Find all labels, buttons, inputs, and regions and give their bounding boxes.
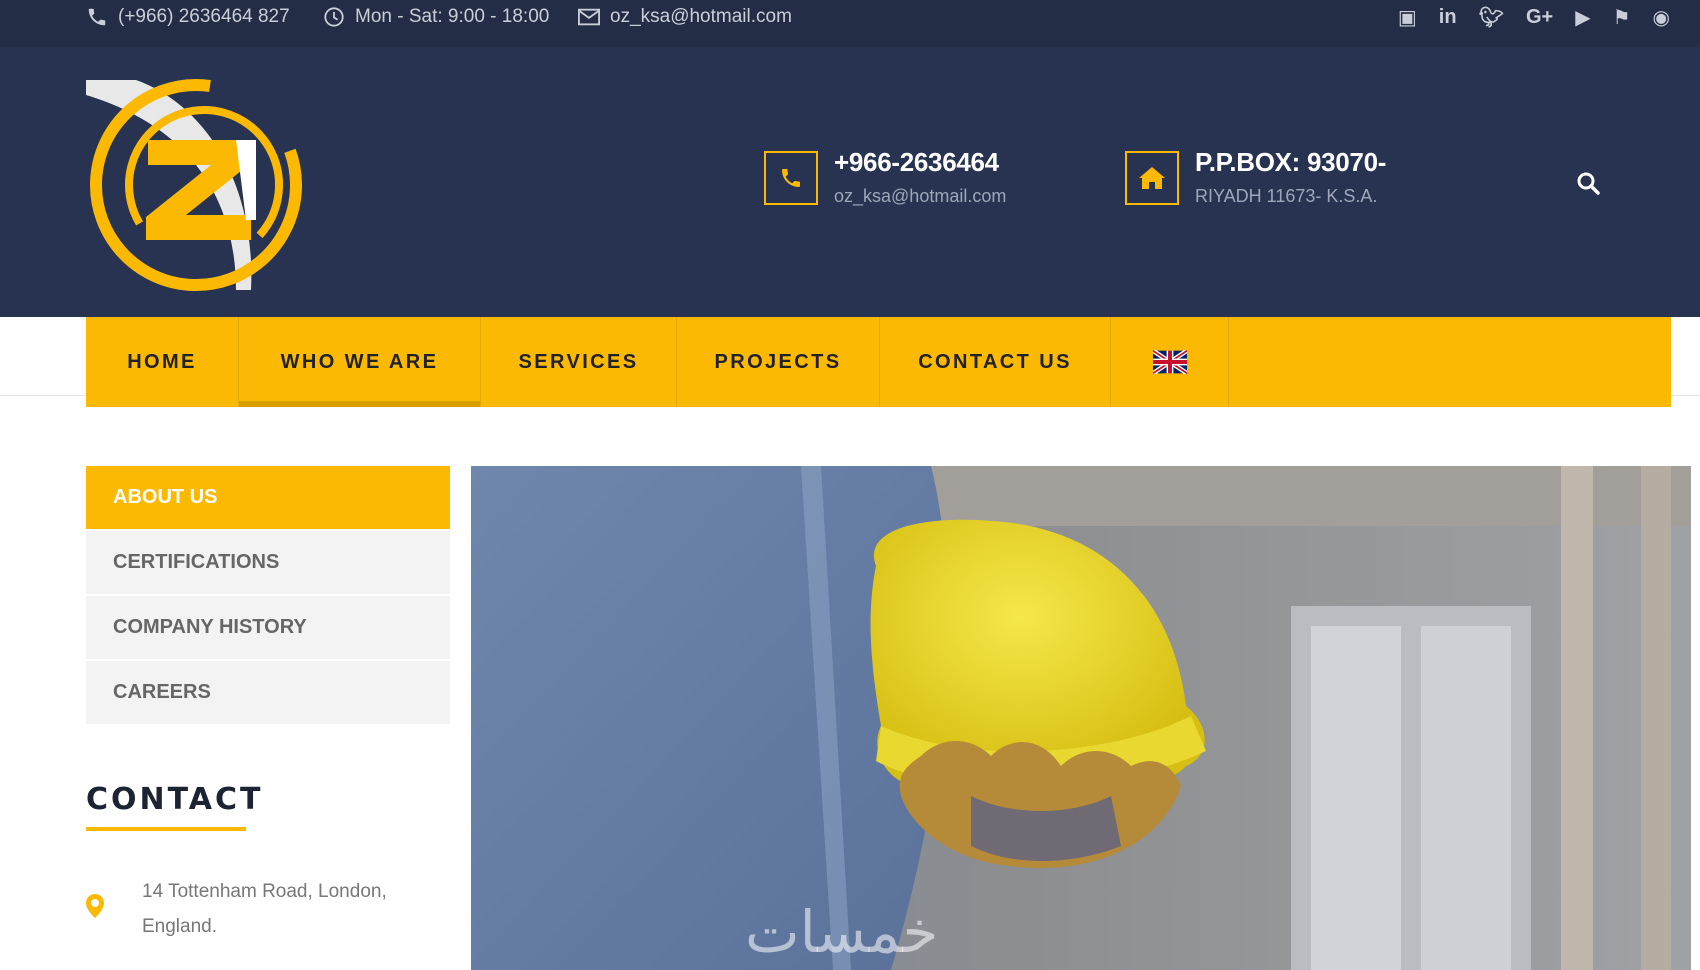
- topbar-phone[interactable]: (+966) 2636464 827: [86, 0, 290, 34]
- hero-image: [471, 466, 1691, 970]
- header-phone-block: +966-2636464 oz_ksa@hotmail.com: [764, 147, 1006, 207]
- sidebar-item-certifications[interactable]: CERTIFICATIONS: [86, 531, 450, 594]
- watermark-text: خمسات: [745, 898, 939, 966]
- linkedin-icon[interactable]: in: [1439, 6, 1457, 29]
- nav-projects[interactable]: PROJECTS: [677, 317, 880, 407]
- nav-home[interactable]: HOME: [86, 317, 239, 407]
- worker-with-helmet-image: [471, 466, 1691, 970]
- main-nav: HOME WHO WE ARE SERVICES PROJECTS CONTAC…: [86, 317, 1671, 407]
- rss-icon[interactable]: ◉: [1653, 5, 1670, 29]
- nav-services[interactable]: SERVICES: [481, 317, 677, 407]
- clock-icon: [324, 7, 344, 27]
- youtube-icon[interactable]: ▶: [1575, 5, 1590, 29]
- topbar-email[interactable]: oz_ksa@hotmail.com: [578, 0, 792, 34]
- header-pobox: P.P.BOX: 93070-: [1195, 147, 1387, 177]
- top-bar: (+966) 2636464 827 Mon - Sat: 9:00 - 18:…: [0, 0, 1700, 47]
- header-city: RIYADH 11673- K.S.A.: [1195, 186, 1378, 206]
- topbar-hours-text: Mon - Sat: 9:00 - 18:00: [355, 6, 550, 27]
- home-icon: [1139, 167, 1165, 189]
- map-pin-icon: [86, 894, 104, 918]
- foursquare-icon[interactable]: ⚑: [1613, 5, 1631, 29]
- uk-flag-icon: [1152, 350, 1187, 374]
- facebook-icon[interactable]: ▣: [1398, 5, 1417, 29]
- header-home-icon-box: [1125, 151, 1179, 205]
- sidebar-menu: ABOUT US CERTIFICATIONS COMPANY HISTORY …: [86, 466, 450, 726]
- header-address-block: P.P.BOX: 93070- RIYADH 11673- K.S.A.: [1125, 147, 1386, 207]
- topbar-hours: Mon - Sat: 9:00 - 18:00: [323, 0, 549, 34]
- social-links: ▣ in 🐦︎ G+ ▶ ⚑ ◉: [1398, 0, 1670, 34]
- site-header: +966-2636464 oz_ksa@hotmail.com P.P.BOX:…: [0, 47, 1700, 317]
- contact-heading-underline: [86, 827, 246, 831]
- topbar-phone-text: (+966) 2636464 827: [118, 6, 290, 27]
- nav-who-we-are[interactable]: WHO WE ARE: [239, 317, 481, 407]
- phone-icon: [88, 8, 106, 26]
- envelope-icon: [578, 8, 600, 26]
- topbar-email-text: oz_ksa@hotmail.com: [610, 6, 792, 27]
- header-phone-icon-box: [764, 151, 818, 205]
- sidebar-item-company-history[interactable]: COMPANY HISTORY: [86, 596, 450, 659]
- nav-contact-us[interactable]: CONTACT US: [880, 317, 1111, 407]
- header-phone-number[interactable]: +966-2636464: [834, 147, 1006, 178]
- contact-address: 14 Tottenham Road, London, England.: [142, 881, 387, 937]
- company-logo[interactable]: [86, 75, 310, 295]
- sidebar-item-careers[interactable]: CAREERS: [86, 661, 450, 724]
- sidebar-item-about-us[interactable]: ABOUT US: [86, 466, 450, 529]
- phone-icon: [782, 169, 800, 187]
- google-plus-icon[interactable]: G+: [1526, 6, 1553, 29]
- language-selector[interactable]: [1111, 317, 1229, 407]
- header-phone-email[interactable]: oz_ksa@hotmail.com: [834, 186, 1006, 207]
- search-icon[interactable]: [1576, 171, 1600, 195]
- twitter-icon[interactable]: 🐦︎: [1479, 5, 1504, 29]
- contact-heading: CONTACT: [86, 782, 264, 817]
